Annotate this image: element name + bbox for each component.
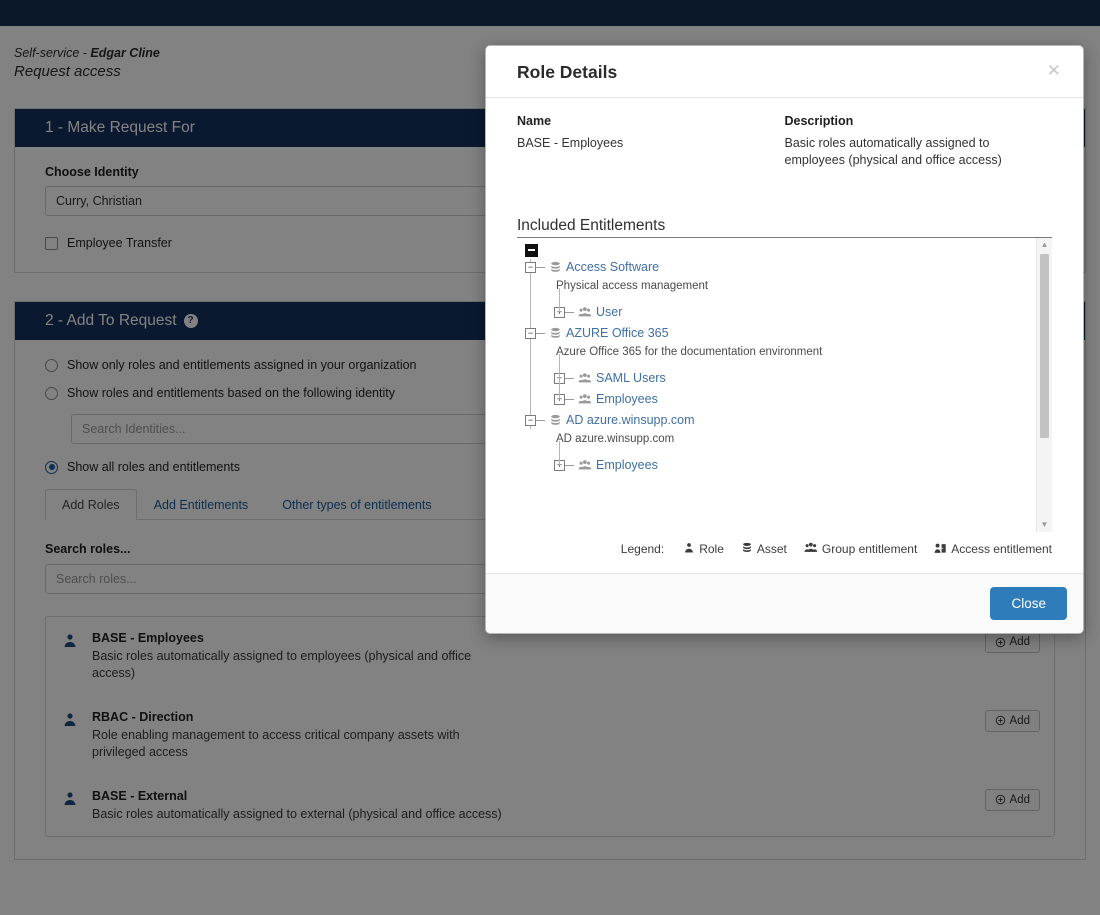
legend-label: Group entitlement (821, 542, 918, 556)
description-label: Description (784, 114, 854, 128)
tree-nodes: − Access Software Physical access manage… (525, 257, 1036, 476)
tree-child-line (559, 440, 560, 465)
dialog-body: Name BASE - Employees Description Basic … (486, 98, 1083, 532)
close-button[interactable]: Close (990, 586, 1067, 620)
dialog-footer: Close (486, 572, 1083, 633)
tree-toggle-collapse-icon[interactable]: − (525, 261, 536, 273)
dialog-header: Role Details ✕ (486, 46, 1083, 98)
scroll-down-arrow-icon[interactable]: ▼ (1037, 518, 1052, 532)
detail-grid: Name BASE - Employees Description Basic … (517, 114, 1052, 170)
legend-item-asset: Asset (741, 542, 787, 557)
tree-node-label[interactable]: User (596, 305, 622, 319)
legend-label: Role (699, 542, 724, 556)
tree-node-row[interactable]: − Access Software (525, 257, 1036, 278)
asset-icon (549, 414, 562, 427)
tree-toggle-collapse-icon[interactable]: − (525, 327, 536, 339)
dialog-title: Role Details (517, 62, 618, 82)
asset-icon (741, 542, 753, 557)
detail-name-col: Name BASE - Employees (517, 114, 785, 170)
legend-title: Legend: (620, 542, 665, 556)
scroll-up-arrow-icon[interactable]: ▲ (1037, 238, 1052, 252)
tree-children: + Employees (554, 440, 1036, 476)
group-entitlement-icon (578, 372, 592, 385)
tree-elbow (536, 332, 545, 334)
scrollbar-thumb[interactable] (1040, 253, 1049, 438)
legend-item-access-entitlement: Access entitlement (934, 542, 1052, 557)
tree-node-description: AD azure.winsupp.com (556, 432, 675, 445)
tree-node-label[interactable]: SAML Users (596, 371, 666, 385)
tree-elbow (565, 464, 574, 466)
tree-toggle-collapse-icon[interactable]: − (525, 414, 536, 426)
tree-node-description: Physical access management (556, 279, 709, 292)
role-details-dialog: Role Details ✕ Name BASE - Employees Des… (485, 45, 1084, 634)
tree-root-collapse-toggle[interactable] (525, 243, 538, 257)
tree-node-row[interactable]: − AZURE Office 365 (525, 323, 1036, 344)
legend-label: Access entitlement (951, 542, 1052, 556)
tree-legend: Legend: Role Asset Group entitlement Acc… (486, 532, 1083, 573)
tree-node-label[interactable]: AD azure.winsupp.com (566, 413, 695, 427)
name-label: Name (517, 114, 552, 128)
entitlements-tree: − Access Software Physical access manage… (517, 236, 1052, 532)
access-entitlement-icon (934, 542, 947, 557)
tree-node-row[interactable]: − AD azure.winsupp.com (525, 410, 1036, 431)
legend-label: Asset (756, 542, 787, 556)
tree-children: + User (554, 287, 1036, 323)
asset-icon (549, 327, 562, 340)
close-icon[interactable]: ✕ (1045, 62, 1063, 79)
tree-elbow (565, 311, 574, 313)
group-entitlement-icon (804, 542, 818, 557)
name-value: BASE - Employees (517, 136, 624, 150)
legend-item-group-entitlement: Group entitlement (804, 542, 917, 557)
tree-node: − AZURE Office 365 Azure Office 365 for … (525, 323, 1036, 410)
tree-node-row[interactable]: + User (554, 302, 1036, 323)
tree-node-description: Azure Office 365 for the documentation e… (556, 345, 823, 358)
tree-node: − Access Software Physical access manage… (525, 257, 1036, 323)
tree-node-row[interactable]: + Employees (554, 455, 1036, 476)
description-value: Basic roles automatically assigned to em… (784, 136, 1002, 168)
tree-node-label[interactable]: AZURE Office 365 (566, 326, 669, 340)
tree-node-label[interactable]: Access Software (566, 260, 659, 274)
group-entitlement-icon (578, 306, 592, 319)
tree-scrollbar[interactable]: ▲ ▼ (1036, 237, 1052, 532)
tree-elbow (565, 398, 574, 400)
role-icon (683, 542, 695, 557)
included-entitlements-title: Included Entitlements (517, 216, 666, 234)
group-entitlement-icon (578, 393, 592, 406)
tree-scroll-area: − Access Software Physical access manage… (517, 238, 1036, 532)
detail-description-col: Description Basic roles automatically as… (785, 114, 1053, 170)
tree-node: − AD azure.winsupp.com AD azure.winsupp.… (525, 410, 1036, 476)
tree-elbow (565, 377, 574, 379)
group-entitlement-icon (578, 459, 592, 472)
tree-child-line (559, 287, 560, 312)
asset-icon (549, 261, 562, 274)
tree-node-row[interactable]: + SAML Users (554, 368, 1036, 389)
tree-elbow (536, 266, 545, 268)
tree-node-label[interactable]: Employees (596, 458, 658, 472)
tree-node-label[interactable]: Employees (596, 392, 658, 406)
legend-item-role: Role (683, 542, 724, 557)
tree-child-line (559, 353, 560, 399)
tree-node-row[interactable]: + Employees (554, 389, 1036, 410)
tree-children: + SAML Users (554, 353, 1036, 410)
tree-elbow (536, 419, 545, 421)
